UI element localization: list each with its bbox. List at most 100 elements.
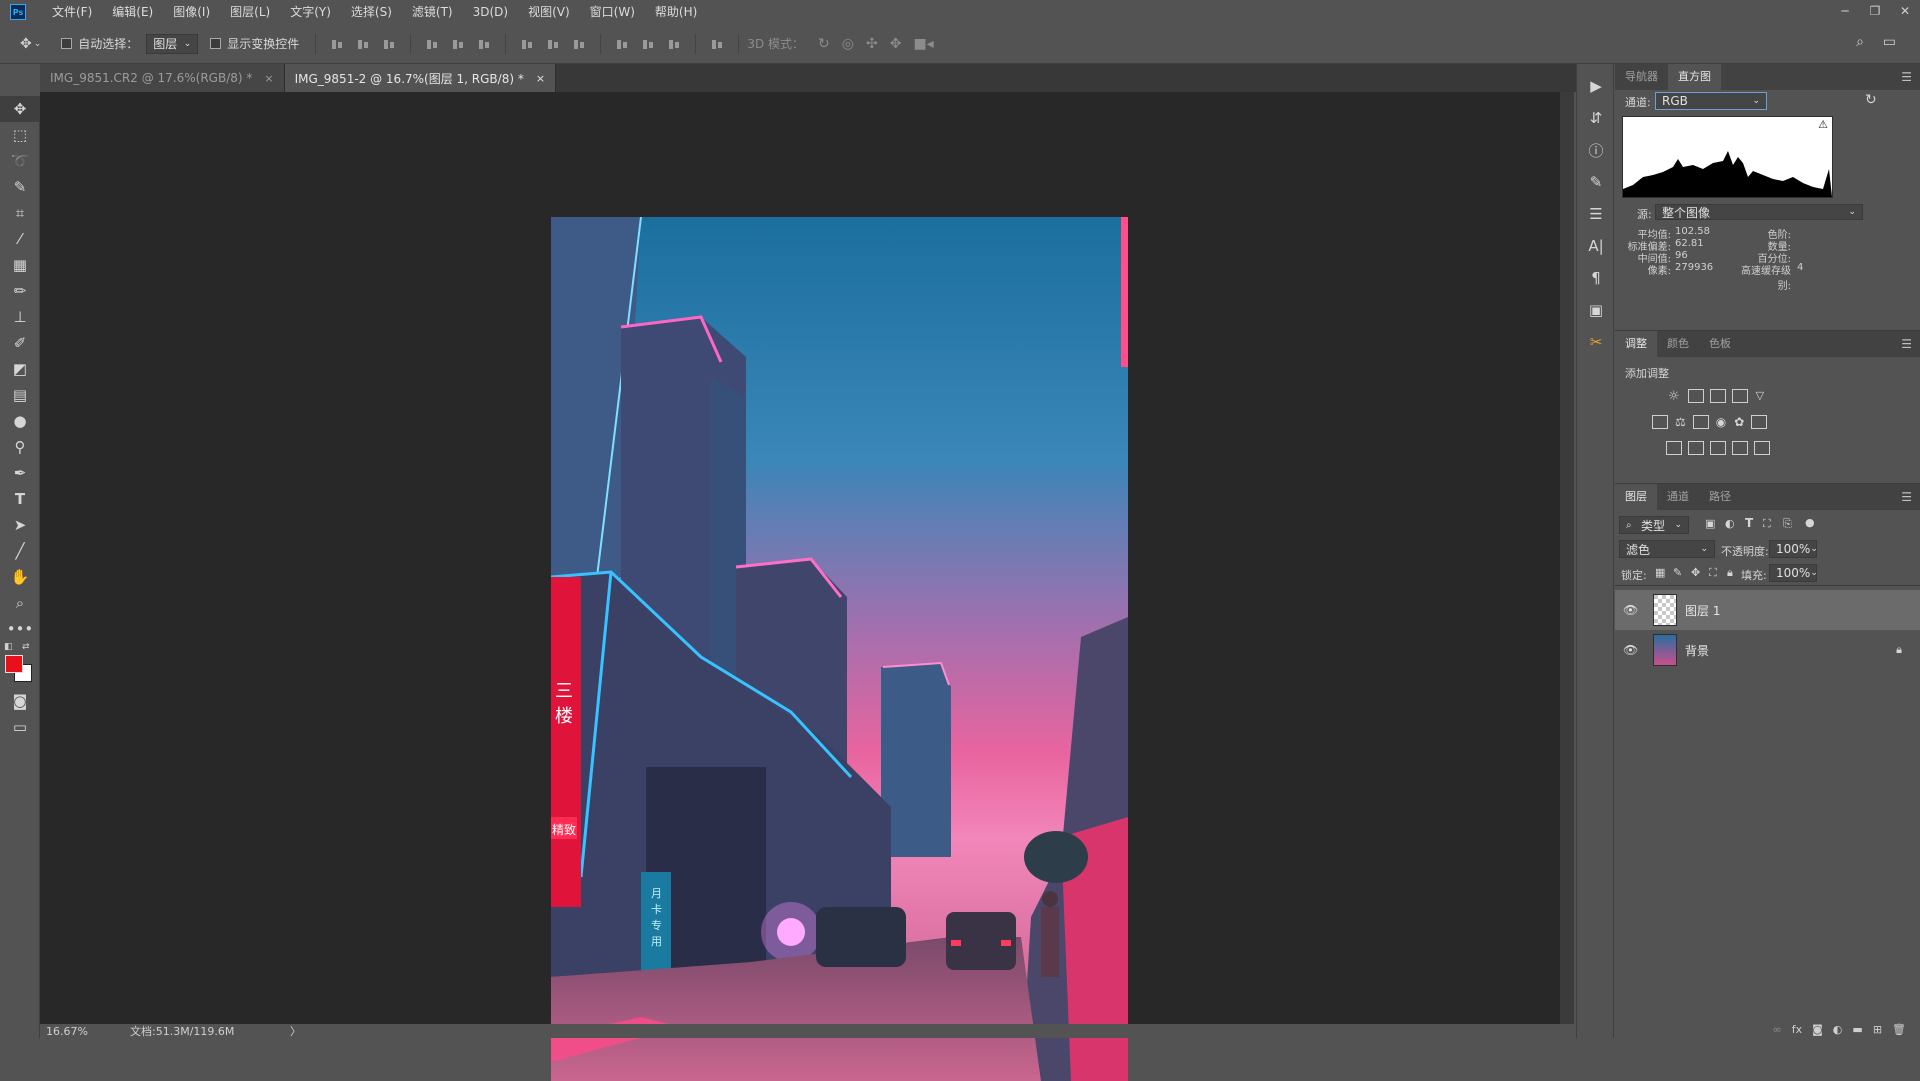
tab-navigator[interactable]: 导航器 (1615, 64, 1668, 90)
channel-dropdown[interactable]: RGB ⌄ (1655, 92, 1767, 110)
tab-img-9851-cr2[interactable]: IMG_9851.CR2 @ 17.6%(RGB/8) * × (40, 64, 285, 92)
lock-artboard-icon[interactable]: ⛶ (1709, 566, 1717, 580)
tab-img-9851-2[interactable]: IMG_9851-2 @ 16.7%(图层 1, RGB/8) * × (284, 64, 557, 92)
invert-icon[interactable] (1666, 441, 1682, 455)
lasso-tool-icon[interactable]: ➰ (0, 148, 40, 174)
distribute-bottom-icon[interactable] (572, 37, 586, 51)
blur-tool-icon[interactable]: ● (0, 408, 40, 434)
path-select-tool-icon[interactable]: ➤ (0, 512, 40, 538)
layer-style-icon[interactable]: fx (1792, 1023, 1802, 1036)
dodge-tool-icon[interactable]: ⚲ (0, 434, 40, 460)
opacity-input[interactable]: 100% ⌄ (1769, 540, 1818, 558)
tab-histogram[interactable]: 直方图 (1668, 64, 1721, 90)
foreground-color-swatch[interactable] (5, 655, 23, 673)
menu-filter[interactable]: 滤镜(T) (402, 0, 463, 24)
quick-select-tool-icon[interactable]: ✎ (0, 174, 40, 200)
default-colors-icon[interactable]: ◧ (4, 642, 13, 652)
align-right-icon[interactable] (477, 37, 491, 51)
hand-tool-icon[interactable]: ✋ (0, 564, 40, 590)
zoom-level[interactable]: 16.67% (46, 1025, 126, 1038)
align-top-icon[interactable] (330, 37, 344, 51)
layer-filter-dropdown[interactable]: ⌕ 类型 ⌄ (1619, 516, 1689, 534)
visibility-eye-icon[interactable]: 👁︎ (1623, 643, 1643, 657)
chevron-down-icon[interactable]: ⌄ (34, 39, 42, 49)
layer-row-layer-1[interactable]: 👁︎ 图层 1 (1615, 590, 1920, 630)
history-brush-tool-icon[interactable]: ✐ (0, 330, 40, 356)
vibrance-icon[interactable]: ▽ (1756, 389, 1764, 404)
new-group-icon[interactable]: ▬ (1852, 1023, 1862, 1036)
new-adjustment-icon[interactable]: ◐ (1833, 1023, 1843, 1036)
tab-layers[interactable]: 图层 (1615, 484, 1657, 510)
auto-align-icon[interactable] (710, 37, 724, 51)
layer-name[interactable]: 图层 1 (1685, 602, 1720, 619)
restore-icon[interactable]: ❐ (1860, 0, 1890, 22)
menu-image[interactable]: 图像(I) (163, 0, 220, 24)
tab-paths[interactable]: 路径 (1699, 484, 1741, 510)
filter-type-icon[interactable]: T (1745, 516, 1753, 530)
menu-window[interactable]: 窗口(W) (580, 0, 645, 24)
warning-icon[interactable]: ⚠ (1818, 118, 1828, 131)
lock-image-icon[interactable]: ✎ (1673, 566, 1682, 579)
gradient-tool-icon[interactable]: ▤ (0, 382, 40, 408)
pen-tool-icon[interactable]: ✒ (0, 460, 40, 486)
fill-input[interactable]: 100% ⌄ (1769, 564, 1818, 582)
source-dropdown[interactable]: 整个图像 ⌄ (1655, 204, 1863, 220)
refresh-icon[interactable]: ↻ (1865, 92, 1877, 108)
more-tools-icon[interactable]: ••• (0, 616, 40, 642)
distribute-left-icon[interactable] (615, 37, 629, 51)
link-layers-icon[interactable]: ∞ (1773, 1023, 1782, 1036)
lock-position-icon[interactable]: ✥ (1691, 566, 1700, 579)
healing-brush-tool-icon[interactable]: ▦ (0, 252, 40, 278)
curves-icon[interactable] (1709, 389, 1726, 403)
brush-tool-icon[interactable]: ✏ (0, 278, 40, 304)
tab-adjustments[interactable]: 调整 (1615, 331, 1657, 357)
marquee-tool-icon[interactable]: ⬚ (0, 122, 40, 148)
history-icon[interactable]: ⇵ (1577, 102, 1615, 134)
filter-smart-object-icon[interactable]: ⎘ (1783, 517, 1792, 531)
photo-filter-icon[interactable]: ◉ (1716, 415, 1726, 429)
menu-layer[interactable]: 图层(L) (220, 0, 280, 24)
workspace-icon[interactable]: ▭ (1883, 34, 1896, 50)
color-balance-icon[interactable]: ⚖ (1675, 415, 1686, 429)
paragraph-icon[interactable]: ¶ (1577, 262, 1615, 294)
filter-pixel-icon[interactable]: ▣ (1705, 517, 1715, 530)
search-icon[interactable]: ⌕ (1856, 34, 1864, 50)
add-mask-icon[interactable]: ◙ (1812, 1023, 1823, 1036)
blend-mode-dropdown[interactable]: 滤色 ⌄ (1619, 540, 1715, 558)
align-vcenter-icon[interactable] (356, 37, 370, 51)
selective-color-icon[interactable] (1732, 441, 1748, 455)
status-menu-arrow[interactable]: 〉 (290, 1023, 301, 1039)
menu-edit[interactable]: 编辑(E) (102, 0, 163, 24)
move-tool-icon[interactable]: ✥ (20, 36, 32, 52)
crop-tool-icon[interactable]: ⌗ (0, 200, 40, 226)
hue-saturation-icon[interactable] (1652, 415, 1668, 429)
distribute-hcenter-icon[interactable] (641, 37, 655, 51)
align-bottom-icon[interactable] (382, 37, 396, 51)
posterize-icon[interactable] (1688, 441, 1704, 455)
3d-rotate-icon[interactable]: ↻ (818, 36, 830, 52)
distribute-vcenter-icon[interactable] (546, 37, 560, 51)
screen-mode-icon[interactable]: ▭ (0, 714, 40, 740)
document-canvas-image[interactable]: 三 楼 精致 月 卡 专 用 (551, 217, 1128, 1081)
show-transform-checkbox[interactable] (210, 38, 222, 49)
menu-view[interactable]: 视图(V) (518, 0, 580, 24)
lock-transparent-icon[interactable]: ▦ (1655, 566, 1665, 579)
align-hcenter-icon[interactable] (451, 37, 465, 51)
tab-swatches[interactable]: 色板 (1699, 331, 1741, 357)
auto-select-dropdown[interactable]: 图层 ⌄ (146, 33, 199, 54)
minimize-icon[interactable]: ─ (1830, 0, 1860, 22)
close-icon[interactable]: ✕ (1890, 0, 1920, 22)
info-icon[interactable]: ⓘ (1577, 134, 1615, 166)
clone-stamp-tool-icon[interactable]: ⊥ (0, 304, 40, 330)
3d-pan-icon[interactable]: ✣ (866, 36, 878, 52)
color-lookup-icon[interactable] (1751, 415, 1768, 429)
delete-layer-icon[interactable]: 🗑︎ (1892, 1023, 1906, 1036)
channel-mixer-icon[interactable]: ✿ (1734, 415, 1744, 429)
exposure-icon[interactable] (1731, 389, 1748, 403)
new-layer-icon[interactable]: ⊞ (1873, 1023, 1882, 1036)
3d-slide-icon[interactable]: ✥ (890, 36, 902, 52)
move-tool-icon[interactable]: ✥ (0, 96, 40, 122)
panel-menu-icon[interactable]: ☰ (1901, 490, 1912, 504)
close-icon[interactable]: × (536, 72, 545, 85)
filter-adjustment-icon[interactable]: ◐ (1725, 517, 1735, 530)
